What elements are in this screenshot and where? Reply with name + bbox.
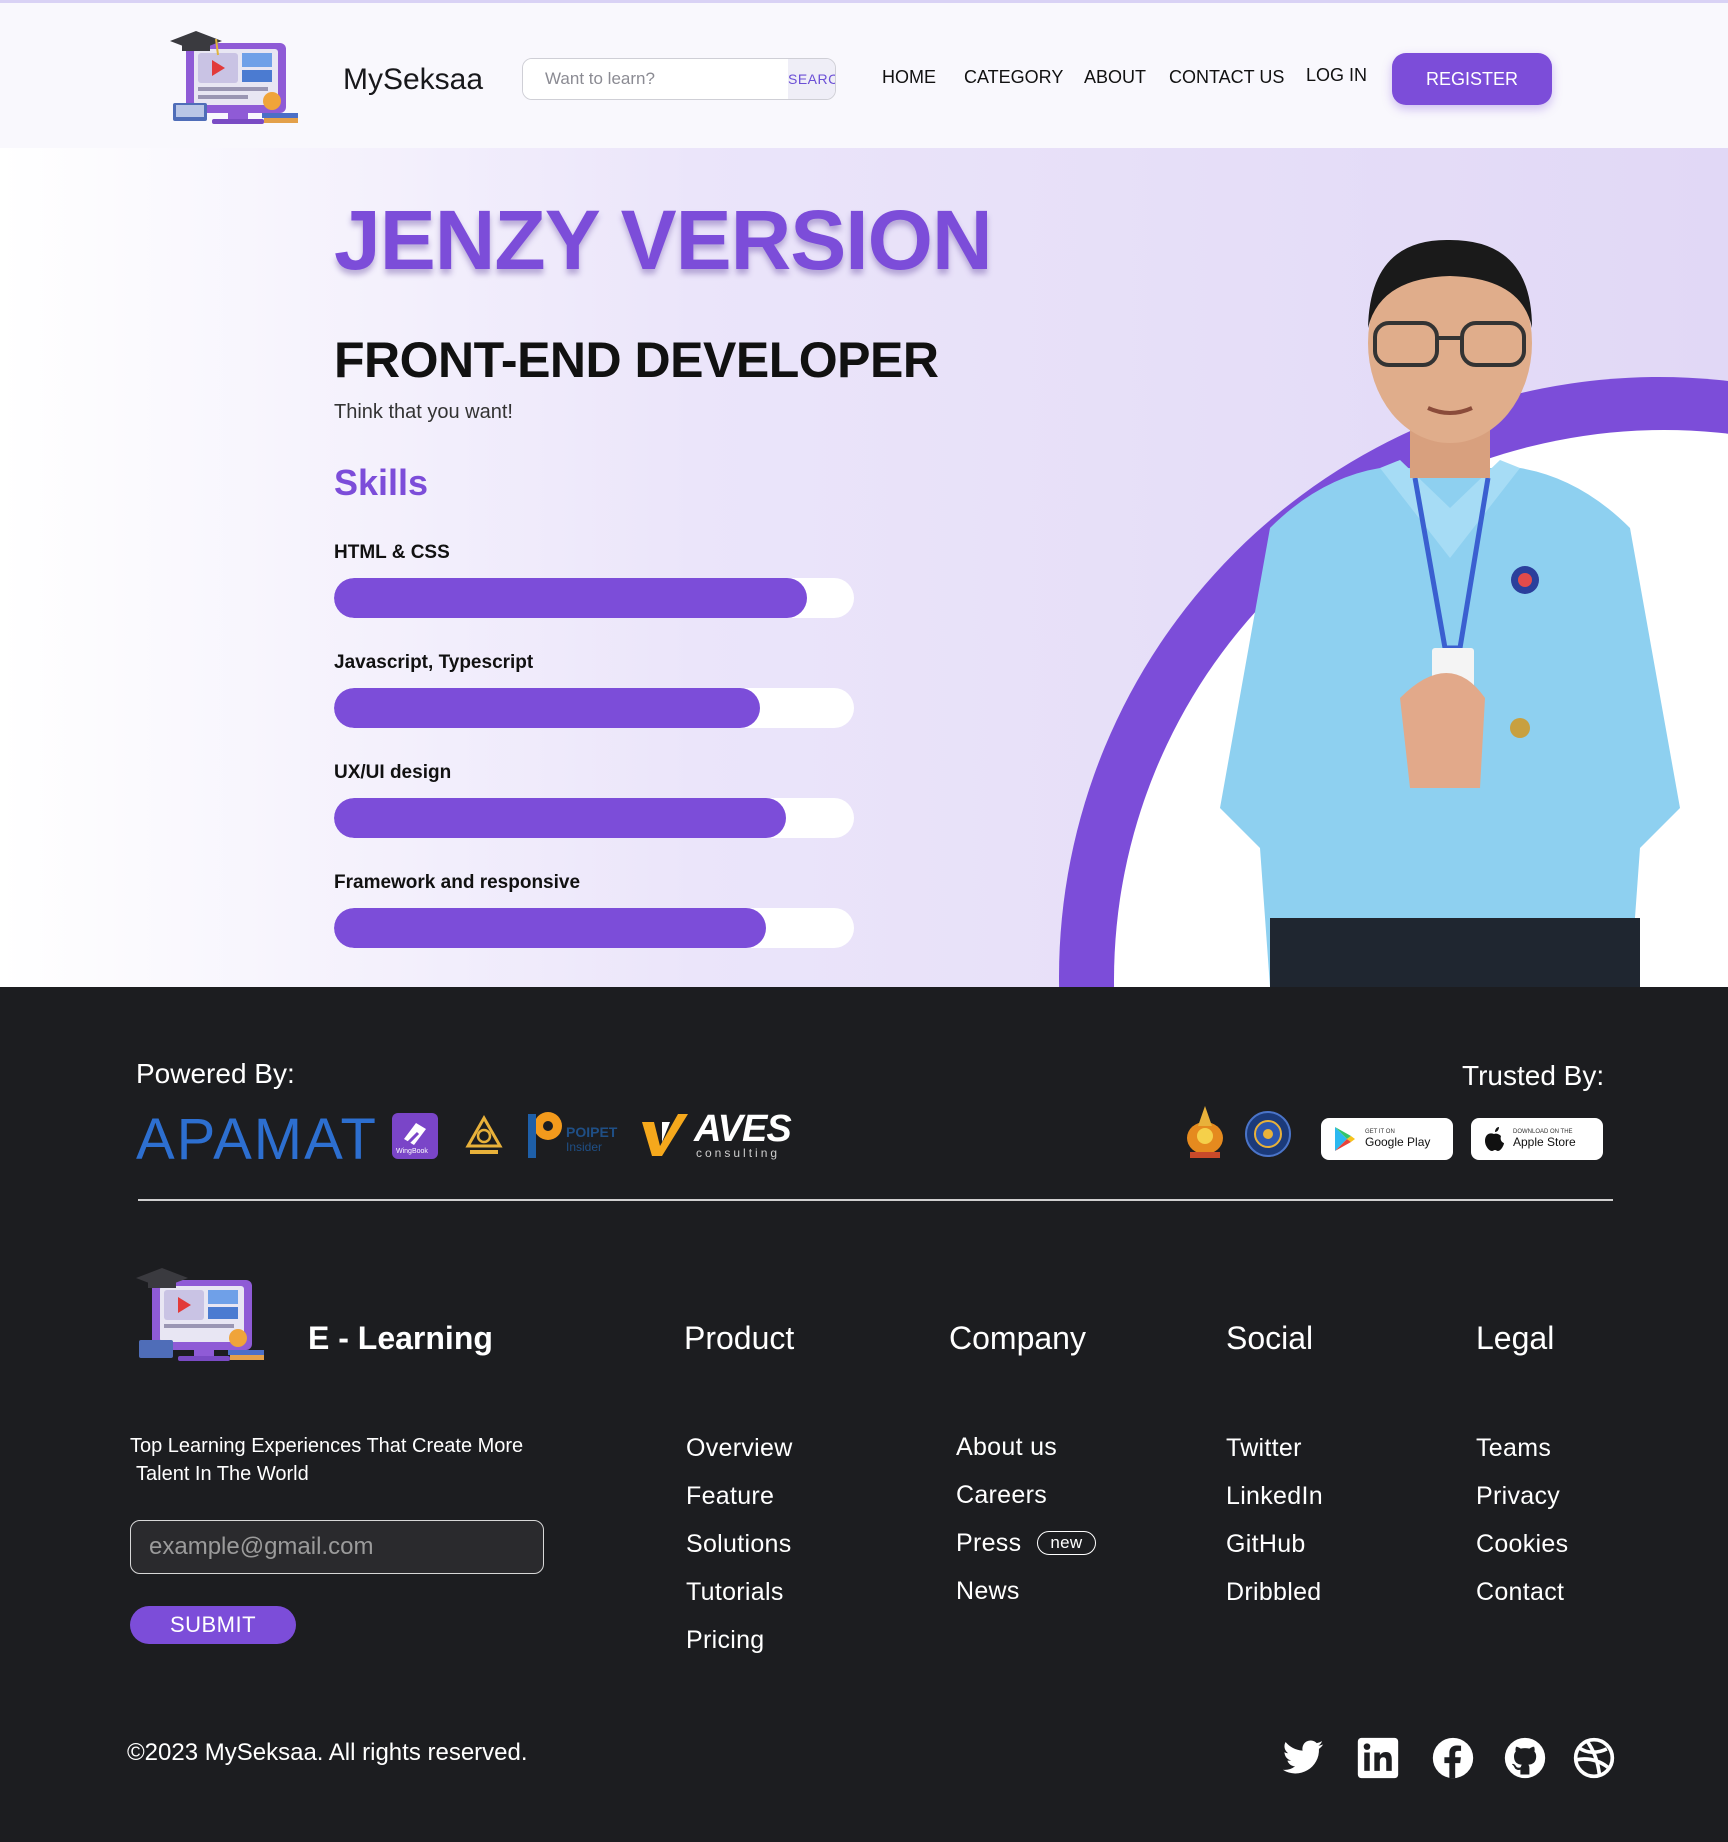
footer-link-overview[interactable]: Overview	[686, 1434, 793, 1463]
skill-progress-fill	[334, 688, 761, 728]
aves-check-icon	[642, 1114, 688, 1156]
footer-divider	[138, 1199, 1613, 1201]
linkedin-icon[interactable]	[1356, 1736, 1400, 1780]
footer-link-about-us[interactable]: About us	[956, 1433, 1057, 1462]
skills-heading: Skills	[334, 462, 429, 503]
footer-heading-product: Product	[684, 1320, 795, 1356]
footer-link-contact[interactable]: Contact	[1476, 1578, 1564, 1607]
footer-heading-legal: Legal	[1476, 1320, 1555, 1356]
skill-label: Framework and responsive	[334, 872, 581, 893]
skill-label: Javascript, Typescript	[334, 652, 534, 673]
nav-contact-us[interactable]: CONTACT US	[1169, 67, 1284, 88]
hero-role: FRONT-END DEVELOPER	[334, 332, 939, 388]
github-icon[interactable]	[1503, 1736, 1547, 1780]
submit-button[interactable]: SUBMIT	[130, 1606, 296, 1644]
poipet-label: POIPET	[566, 1124, 618, 1140]
hero-section: JENZY VERSION FRONT-END DEVELOPER Think …	[0, 148, 1728, 987]
elearning-logo-icon[interactable]	[168, 15, 304, 129]
footer-brand: E - Learning	[308, 1320, 493, 1356]
footer-link-press-label: Press	[956, 1529, 1022, 1557]
hero-tagline: Think that you want!	[334, 401, 513, 423]
nav-category[interactable]: CATEGORY	[964, 67, 1063, 88]
footer-link-pricing[interactable]: Pricing	[686, 1626, 765, 1655]
wingbook-label: WingBook	[396, 1148, 428, 1155]
store-name-label: Apple Store	[1513, 1135, 1576, 1149]
footer-link-privacy[interactable]: Privacy	[1476, 1482, 1560, 1511]
skill-progress-fill	[334, 578, 808, 618]
footer-link-github[interactable]: GitHub	[1226, 1530, 1306, 1559]
email-field[interactable]	[130, 1520, 544, 1574]
seal-emblem-icon[interactable]	[1244, 1110, 1292, 1158]
nav-about[interactable]: ABOUT	[1084, 67, 1146, 88]
search-input[interactable]	[523, 59, 788, 99]
footer-link-dribbled[interactable]: Dribbled	[1226, 1578, 1322, 1607]
footer-link-news[interactable]: News	[956, 1577, 1020, 1606]
footer-tagline-line: Top Learning Experiences That Create Mor…	[130, 1435, 524, 1457]
apple-icon	[1485, 1127, 1504, 1151]
skill-progress-bar	[334, 798, 854, 838]
aves-consulting-logo[interactable]: AVES consulting	[640, 1108, 792, 1160]
footer-link-cookies[interactable]: Cookies	[1476, 1530, 1568, 1559]
apple-store-button[interactable]: DOWNLOAD ON THE Apple Store	[1471, 1118, 1603, 1160]
poipet-sublabel: Insider	[566, 1140, 603, 1154]
footer-tagline-line: Talent In The World	[136, 1463, 309, 1485]
footer-link-careers[interactable]: Careers	[956, 1481, 1047, 1510]
apamat-logo[interactable]: APAMAT	[136, 1106, 378, 1173]
footer-heading-social: Social	[1226, 1320, 1314, 1356]
poipet-insider-logo[interactable]: POIPET Insider	[526, 1110, 622, 1158]
search-button[interactable]: SEARCH	[788, 59, 835, 99]
elearning-footer-logo-icon[interactable]	[134, 1254, 270, 1364]
footer-heading-company: Company	[949, 1320, 1086, 1356]
ministry-emblem-icon[interactable]	[1182, 1104, 1228, 1160]
new-badge: new	[1037, 1531, 1096, 1555]
nav-log-in[interactable]: LOG IN	[1306, 65, 1367, 86]
footer-link-solutions[interactable]: Solutions	[686, 1530, 792, 1559]
wingbook-logo[interactable]: WingBook	[392, 1113, 438, 1159]
trusted-by-label: Trusted By:	[1462, 1060, 1605, 1091]
profile-photo	[1220, 239, 1680, 987]
site-header: MySeksaa SEARCH HOME CATEGORY ABOUT CONT…	[0, 0, 1728, 148]
nav-home[interactable]: HOME	[882, 67, 936, 88]
brand-name[interactable]: MySeksaa	[343, 63, 483, 97]
skill-label: UX/UI design	[334, 762, 452, 783]
footer-link-twitter[interactable]: Twitter	[1226, 1434, 1302, 1463]
skill-progress-bar	[334, 908, 854, 948]
google-play-button[interactable]: GET IT ON Google Play	[1321, 1118, 1453, 1160]
footer-tagline: Top Learning Experiences That Create Mor…	[130, 1432, 560, 1488]
footer-link-feature[interactable]: Feature	[686, 1482, 774, 1511]
footer-link-press[interactable]: Press new	[956, 1529, 1096, 1558]
google-play-icon	[1335, 1127, 1355, 1151]
powered-by-label: Powered By:	[136, 1058, 295, 1089]
copyright-text: ©2023 MySeksaa. All rights reserved.	[127, 1739, 528, 1766]
dribbble-icon[interactable]	[1572, 1736, 1616, 1780]
footer-link-linkedin[interactable]: LinkedIn	[1226, 1482, 1323, 1511]
aves-sublabel: consulting	[696, 1146, 781, 1160]
footer-link-tutorials[interactable]: Tutorials	[686, 1578, 784, 1607]
twitter-icon[interactable]	[1281, 1736, 1325, 1780]
footer-link-teams[interactable]: Teams	[1476, 1434, 1551, 1463]
skill-progress-bar	[334, 578, 854, 618]
search-bar: SEARCH	[522, 58, 836, 100]
aves-label: AVES	[694, 1108, 792, 1150]
skill-label: HTML & CSS	[334, 542, 450, 563]
register-button[interactable]: REGISTER	[1392, 53, 1552, 105]
facebook-icon[interactable]	[1431, 1736, 1475, 1780]
skill-progress-fill	[334, 798, 787, 838]
partner-triangle-logo[interactable]	[464, 1114, 504, 1158]
skill-progress-bar	[334, 688, 854, 728]
skill-progress-fill	[334, 908, 766, 948]
store-name-label: Google Play	[1365, 1135, 1431, 1149]
hero-title: JENZY VERSION	[334, 193, 993, 287]
poipet-icon	[528, 1112, 562, 1158]
